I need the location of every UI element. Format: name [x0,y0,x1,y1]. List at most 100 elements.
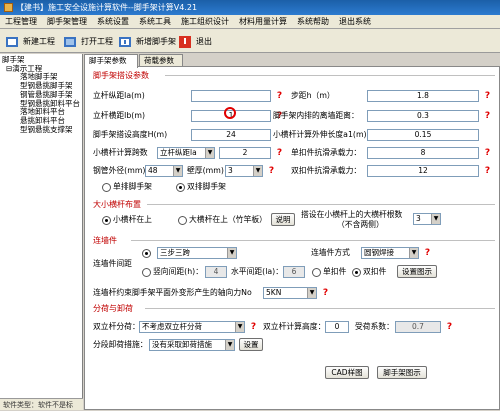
a1-label: 小横杆计算外伸长度a1(m) [273,130,367,139]
cad-sample-button[interactable]: CAD样图 [325,366,369,379]
help-icon[interactable]: ? [483,110,492,122]
section-divider [165,75,495,76]
load-ratio-label: 受荷系数： [355,322,394,331]
unload-settings-button[interactable]: 设置 [239,338,263,351]
menu-project[interactable]: 工程管理 [0,15,42,29]
menu-material[interactable]: 材料用量计算 [234,15,292,29]
height-input[interactable]: 24 [191,129,271,141]
chevron-down-icon: ▼ [227,248,236,258]
la-input[interactable] [191,90,271,102]
horizontal-spacing-label: 水平间距(la)： [231,267,284,276]
small-span-label: 小横杆计算跨数 [93,148,148,157]
axial-force-select[interactable]: 5KN ▼ [263,287,317,299]
axial-force-value: 5KN [266,288,282,297]
load-ratio-input[interactable]: 0.7 [395,321,441,333]
section-small-title: 大小横杆布置 [93,200,141,209]
chevron-down-icon: ▼ [225,340,234,350]
scaffold-diagram-button[interactable]: 脚手架图示 [377,366,427,379]
calc-height-input[interactable]: 0 [325,321,349,333]
double-fastener-radio[interactable]: 双扣件 [351,266,386,278]
cursor-indicator-icon [224,107,236,119]
open-project-label: 打开工程 [81,37,113,46]
exit-label: 退出 [196,37,212,46]
lb-label: 立杆横距lb(m) [93,111,145,120]
help-icon[interactable]: ? [483,165,492,177]
exit-button[interactable]: 退出 [175,32,213,50]
project-tree: 脚手架 ⊟演示工程 落地脚手架 型钢悬挑脚手架 钢管悬挑脚手架 型钢悬挑卸料平台… [0,54,82,134]
help-icon[interactable]: ? [275,90,284,102]
small-on-top-radio[interactable]: 小横杆在上 [101,214,152,226]
large-on-top-radio[interactable]: 大横杆在上（竹竿板） [177,214,267,226]
tie-method-select[interactable]: 圆钢焊接 ▼ [361,247,419,259]
calc-height-label: 双立杆计算高度： [263,322,326,331]
vertical-spacing-radio[interactable]: 竖向间距(h)： [141,266,203,278]
tie-spacing-preset-radio[interactable] [141,247,155,259]
rod-load-label: 双立杆分荷： [93,322,140,331]
exit-icon [179,36,191,48]
single-fastener-radio[interactable]: 单扣件 [311,266,346,278]
unload-label: 分段卸荷措施： [93,340,148,349]
left-status: 软件类型：软件不是标 [0,398,83,410]
chevron-down-icon: ▼ [307,288,316,298]
help-icon[interactable]: ? [483,147,492,159]
chevron-down-icon: ▼ [235,322,244,332]
horizontal-spacing-input[interactable]: 6 [283,266,305,278]
bar-count-value: 3 [416,214,421,223]
section-divider [147,204,495,205]
inner-distance-input[interactable]: 0.3 [367,110,479,122]
step-input[interactable]: 1.8 [367,90,479,102]
pipe-diameter-select[interactable]: 48 ▼ [145,165,183,177]
add-scaffold-icon [119,37,131,47]
toolbar: 新建工程 打开工程 新增脚手架 退出 [0,29,500,53]
menu-exit[interactable]: 退出系统 [334,15,376,29]
menu-help[interactable]: 系统帮助 [292,15,334,29]
help-icon[interactable]: ? [321,287,330,299]
help-icon[interactable]: ? [445,321,454,333]
section-divider [131,240,495,241]
single-fastener-input[interactable]: 8 [367,147,479,159]
help-icon[interactable]: ? [483,90,492,102]
chevron-down-icon: ▼ [431,214,440,224]
help-icon[interactable]: ? [249,321,258,333]
app-icon [4,3,13,12]
section-divider [145,308,495,309]
axial-force-label: 连墙杆约束脚手架平面外变形产生的轴向力No [93,288,252,297]
step-label: 步距h（m） [291,91,335,100]
section-segment-title: 分荷与卸荷 [93,304,133,313]
tie-diagram-button[interactable]: 设置图示 [397,265,437,278]
la-label: 立杆纵距la(m) [93,91,145,100]
menu-design[interactable]: 施工组织设计 [176,15,234,29]
bar-count-select[interactable]: 3 ▼ [413,213,441,225]
menu-scaffold[interactable]: 脚手架管理 [42,15,92,29]
add-scaffold-button[interactable]: 新增脚手架 [115,32,177,50]
tree-item[interactable]: 型钢悬挑支撑架 [2,125,82,135]
unload-select[interactable]: 没有采取卸荷措施 ▼ [149,339,235,351]
tab-scaffold-params[interactable]: 脚手架参数 [84,54,138,68]
open-project-button[interactable]: 打开工程 [60,32,114,50]
new-project-button[interactable]: 新建工程 [2,32,56,50]
double-fastener-input[interactable]: 12 [367,165,479,177]
small-span-input[interactable]: 2 [219,147,271,159]
help-icon[interactable]: ? [267,165,276,177]
rod-load-value: 不考虑双立杆分荷 [142,322,202,331]
double-fastener-label: 双扣件抗滑承载力： [291,166,362,175]
single-row-radio[interactable]: 单排脚手架 [101,181,152,193]
wall-thickness-select[interactable]: 3 ▼ [225,165,263,177]
open-project-icon [64,37,76,47]
tie-method-value: 圆钢焊接 [364,248,394,257]
double-row-radio[interactable]: 双排脚手架 [175,181,226,193]
explain-button[interactable]: 说明 [271,213,295,226]
single-fastener-label: 单扣件抗滑承载力： [291,148,362,157]
tie-spacing-select[interactable]: 三步三跨 ▼ [157,247,237,259]
a1-input[interactable]: 0.15 [367,129,479,141]
menu-bar: 工程管理 脚手架管理 系统设置 系统工具 施工组织设计 材料用量计算 系统帮助 退出系统 [0,15,500,29]
menu-tools[interactable]: 系统工具 [134,15,176,29]
new-project-label: 新建工程 [23,37,55,46]
small-span-select[interactable]: 立杆纵距la ▼ [157,147,215,159]
menu-settings[interactable]: 系统设置 [92,15,134,29]
help-icon[interactable]: ? [423,247,432,259]
help-icon[interactable]: ? [275,147,284,159]
bar-count-sub-label: （不含两侧） [337,220,384,229]
vertical-spacing-input[interactable]: 4 [205,266,227,278]
rod-load-select[interactable]: 不考虑双立杆分荷 ▼ [139,321,245,333]
